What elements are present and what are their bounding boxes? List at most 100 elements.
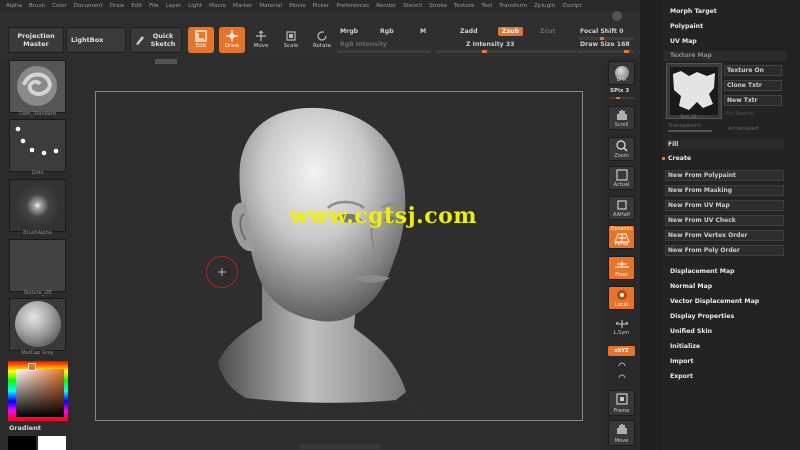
menu-item-file[interactable]: File [149, 3, 158, 9]
unified-skin-section[interactable]: Unified Skin [670, 328, 712, 335]
zsub-toggle[interactable]: Zsub [498, 27, 524, 36]
menu-item-alpha[interactable]: Alpha [6, 3, 22, 9]
zadd-toggle[interactable]: Zadd [460, 28, 478, 35]
actual-button[interactable]: Actual [608, 166, 635, 190]
draw-size-label[interactable]: Draw Size 168 [580, 41, 630, 48]
menu-item-picker[interactable]: Picker [313, 3, 330, 9]
frame-button[interactable]: Frame [608, 390, 635, 416]
new-from-uv-map-button[interactable]: New From UV Map [665, 200, 784, 211]
bpr-button[interactable]: BPR [608, 61, 635, 85]
new-from-vertex-order-button[interactable]: New From Vertex Order [665, 230, 784, 241]
lightbox-button[interactable]: LightBox [66, 27, 126, 53]
menu-item-color[interactable]: Color [52, 3, 67, 9]
xyz-button[interactable]: xXYZ [608, 346, 635, 356]
export-section[interactable]: Export [670, 373, 693, 380]
spix-slider[interactable] [610, 97, 634, 99]
vector-displacement-map-section[interactable]: Vector Displacement Map [670, 298, 759, 305]
menu-item-tool[interactable]: Tool [481, 3, 492, 9]
mrgb-toggle[interactable]: Mrgb [340, 28, 358, 35]
menu-item-material[interactable]: Material [259, 3, 282, 9]
menu-item-zscript[interactable]: Zscript [562, 3, 581, 9]
z-intensity-label[interactable]: Z Intensity 33 [466, 41, 514, 48]
color-picker-square[interactable] [16, 369, 64, 417]
menu-item-stencil[interactable]: Stencil [403, 3, 422, 9]
clone-txtr-button[interactable]: Clone Txtr [724, 80, 782, 91]
displacement-map-section[interactable]: Displacement Map [670, 268, 734, 275]
edit-button[interactable]: Edit [188, 27, 214, 53]
menu-item-brush[interactable]: Brush [29, 3, 45, 9]
create-section[interactable]: Create [668, 155, 691, 162]
spix-label[interactable]: SPix 3 [610, 88, 629, 94]
rgb-intensity-label[interactable]: Rgb Intensity [340, 41, 387, 48]
stroke-thumbnail[interactable] [9, 119, 66, 172]
alpha-thumbnail[interactable] [9, 179, 66, 232]
zoom-button[interactable]: Zoom [608, 137, 635, 161]
focal-shift-slider-label[interactable]: Focal Shift 0 [580, 28, 623, 35]
gradient-label[interactable]: Gradient [9, 424, 41, 432]
antialiased-toggle[interactable]: Antialiased [728, 126, 758, 132]
move-button[interactable]: Move [248, 27, 274, 53]
rgb-toggle[interactable]: Rgb [380, 28, 394, 35]
scale-button[interactable]: Scale [278, 27, 304, 53]
menu-item-draw[interactable]: Draw [110, 3, 125, 9]
material-thumbnail[interactable] [9, 298, 66, 351]
menu-item-edit[interactable]: Edit [131, 3, 142, 9]
rotate-axis-icons[interactable] [616, 360, 628, 384]
z-intensity-slider[interactable] [436, 50, 576, 53]
menu-item-zplugin[interactable]: Zplugin [534, 3, 555, 9]
normal-map-section[interactable]: Normal Map [670, 283, 712, 290]
new-from-polypaint-button[interactable]: New From Polypaint [665, 170, 784, 181]
floor-button[interactable]: Floor [608, 256, 635, 280]
rotate-button[interactable]: Rotate [309, 27, 335, 53]
morph-target-section[interactable]: Morph Target [670, 8, 717, 15]
zcut-toggle[interactable]: Zcut [540, 28, 556, 35]
fill-button[interactable]: Fill [665, 139, 784, 150]
new-from-poly-order-button[interactable]: New From Poly Order [665, 245, 784, 256]
menu-item-preferences[interactable]: Preferences [336, 3, 369, 9]
uv-map-section[interactable]: UV Map [670, 38, 697, 45]
persp-button[interactable]: Dynamic Persp [608, 225, 635, 249]
3d-viewport[interactable] [95, 91, 583, 421]
menu-item-macro[interactable]: Macro [209, 3, 226, 9]
canvas-scrollbar-bottom[interactable] [300, 444, 380, 449]
new-txtr-button[interactable]: New Txtr [724, 95, 782, 106]
menu-item-movie[interactable]: Movie [289, 3, 306, 9]
menu-item-transform[interactable]: Transform [499, 3, 527, 9]
draw-size-slider[interactable] [578, 50, 634, 53]
texture-map-header[interactable]: Texture Map [664, 51, 786, 61]
focal-shift-slider[interactable] [578, 37, 634, 40]
texture-on-button[interactable]: Texture On [724, 65, 782, 76]
menu-item-render[interactable]: Render [376, 3, 396, 9]
menu-item-document[interactable]: Document [74, 3, 103, 9]
menu-item-light[interactable]: Light [188, 3, 202, 9]
draw-button[interactable]: Draw [219, 27, 245, 53]
menu-item-marker[interactable]: Marker [233, 3, 252, 9]
menu-item-texture[interactable]: Texture [454, 3, 474, 9]
secondary-color-swatch[interactable] [38, 436, 66, 450]
color-picker[interactable] [8, 361, 68, 421]
import-section[interactable]: Import [670, 358, 693, 365]
projection-master-button[interactable]: Projection Master [8, 27, 64, 53]
m-toggle[interactable]: M [420, 28, 426, 35]
initialize-section[interactable]: Initialize [670, 343, 700, 350]
texture-map-thumbnail[interactable] [666, 63, 722, 119]
menu-item-stroke[interactable]: Stroke [429, 3, 447, 9]
lsym-button[interactable]: L.Sym [608, 318, 635, 340]
transparent-toggle[interactable]: Transparent [668, 123, 701, 129]
move-view-button[interactable]: Move [608, 420, 635, 446]
quick-sketch-button[interactable]: Quick Sketch [130, 27, 182, 53]
fix-seams-button[interactable]: Fix Seams [726, 111, 754, 117]
rgb-intensity-slider[interactable] [338, 50, 430, 53]
aahalf-button[interactable]: AAHalf [608, 196, 635, 220]
display-properties-section[interactable]: Display Properties [670, 313, 734, 320]
polypaint-section[interactable]: Polypaint [670, 23, 703, 30]
new-from-uv-check-button[interactable]: New From UV Check [665, 215, 784, 226]
primary-color-swatch[interactable] [8, 436, 36, 450]
menu-item-layer[interactable]: Layer [166, 3, 182, 9]
texture-thumbnail[interactable] [9, 239, 66, 292]
local-button[interactable]: Local [608, 286, 635, 310]
brush-thumbnail[interactable] [9, 60, 66, 113]
canvas-scrollbar-top[interactable] [155, 59, 177, 64]
transparent-slider[interactable] [668, 130, 712, 132]
scroll-button[interactable]: Scroll [608, 106, 635, 130]
